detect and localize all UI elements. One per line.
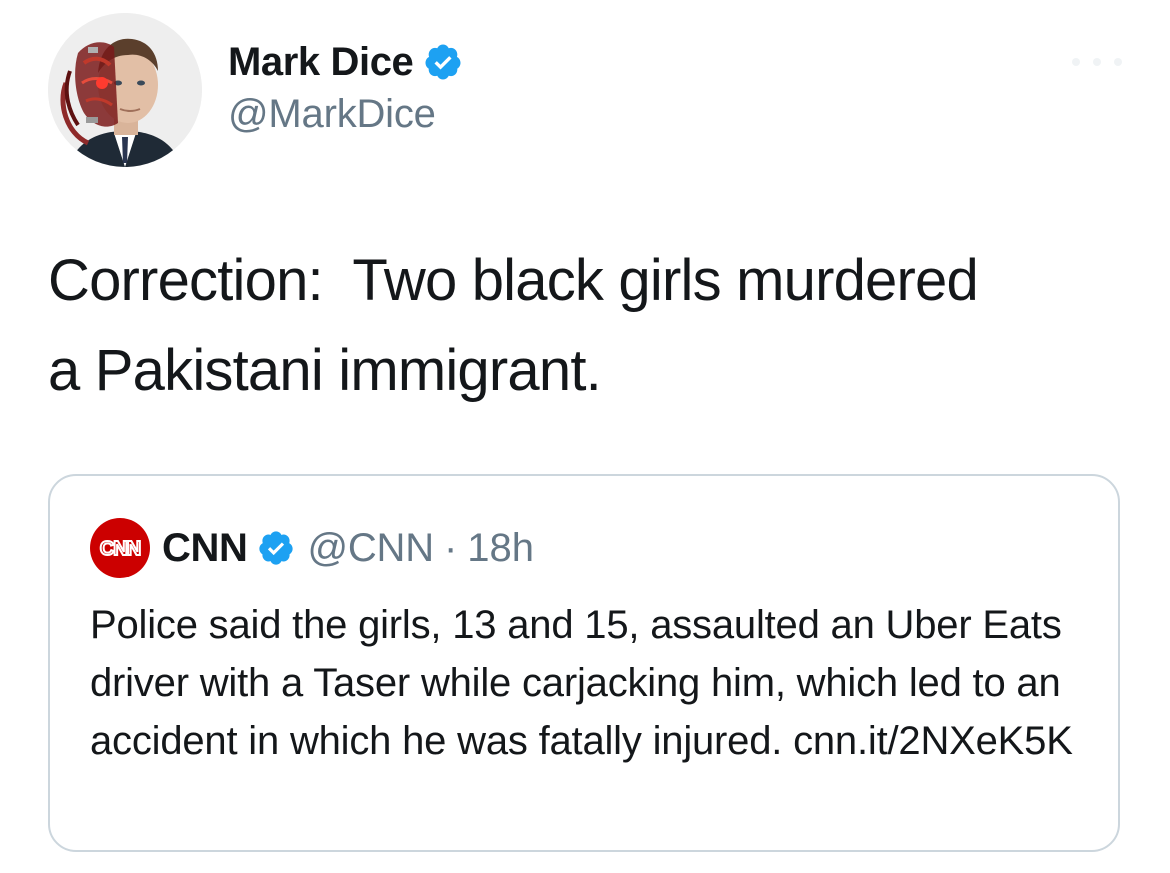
quoted-author-handle[interactable]: @CNN [307, 526, 434, 571]
quoted-tweet-timestamp[interactable]: 18h [467, 526, 534, 571]
avatar-image [48, 13, 202, 167]
verified-badge-icon [423, 42, 463, 82]
quoted-tweet-text: Police said the girls, 13 and 15, assaul… [90, 603, 1073, 763]
tweet-text: Correction: Two black girls murdered a P… [48, 248, 979, 403]
author-avatar[interactable] [48, 13, 202, 167]
author-name-row: Mark Dice [228, 36, 463, 88]
quoted-tweet-header: CNN CNN @CNN · 18h [90, 518, 534, 578]
more-options-icon[interactable] [1072, 52, 1122, 72]
tweet: Mark Dice @MarkDice Correction: Two blac… [0, 0, 1170, 873]
author-name[interactable]: Mark Dice [228, 40, 414, 85]
author-handle[interactable]: @MarkDice [228, 92, 436, 137]
verified-badge-icon [257, 529, 295, 567]
more-dot [1114, 58, 1122, 66]
more-dot [1072, 58, 1080, 66]
dot-separator: · [443, 525, 458, 570]
cnn-logo-icon: CNN [99, 537, 143, 561]
quoted-tweet-card[interactable]: CNN CNN @CNN · 18h Police said the girls… [48, 474, 1120, 852]
svg-text:CNN: CNN [100, 538, 141, 560]
more-dot [1093, 58, 1101, 66]
quoted-author-name[interactable]: CNN [162, 526, 248, 571]
cnn-logo-avatar[interactable]: CNN [90, 518, 150, 578]
